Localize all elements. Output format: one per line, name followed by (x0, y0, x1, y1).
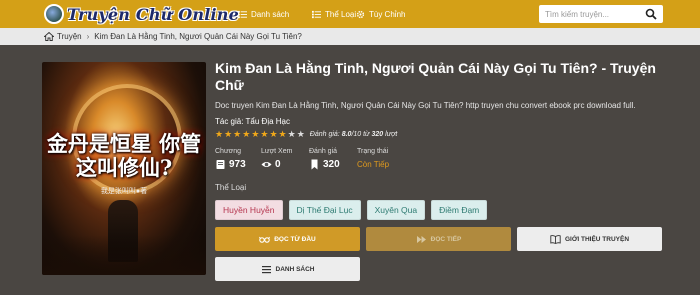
stat-chapters-label: Chương (215, 148, 242, 155)
chapter-list-label: DANH SÁCH (275, 265, 315, 273)
rating-unit: lượt (385, 130, 398, 138)
rating-out-of: /10 từ (351, 130, 370, 138)
star-icon[interactable]: ★ (279, 129, 287, 139)
star-icon[interactable]: ★ (215, 129, 223, 139)
star-icon[interactable]: ★ (224, 129, 232, 139)
nav-label: Thể Loại (325, 9, 357, 19)
stat-views-value: 0 (275, 159, 281, 170)
rating-row: ★ ★ ★ ★ ★ ★ ★ ★ ★ ★ Đánh giá: 8.0/10 từ 320 lượt (215, 129, 397, 139)
open-book-icon (550, 234, 561, 244)
rating-text: Đánh giá: 8.0/10 từ 320 lượt (310, 131, 397, 138)
stat-status-label: Trạng thái (357, 148, 389, 155)
breadcrumb-home[interactable]: Truyện (44, 32, 82, 41)
read-from-start-label: ĐỌC TỪ ĐẦU (274, 235, 316, 243)
cover-title-text: 金丹是恒星 你管这叫修仙? (46, 131, 202, 180)
search-icon[interactable] (645, 8, 657, 20)
list-icon (238, 10, 247, 18)
chapter-list-button[interactable]: DANH SÁCH (215, 257, 360, 281)
nav-danh-sach[interactable]: Danh sách (238, 0, 289, 28)
book-description: Doc truyen Kim Đan Là Hằng Tinh, Ngươi Q… (215, 101, 636, 110)
book-stats: Chương 973 Lượt Xem 0 Đánh giá 320 Trạng… (215, 148, 389, 170)
stat-ratings: Đánh giá 320 (309, 148, 357, 170)
nav-the-loai[interactable]: Thể Loại (312, 0, 356, 28)
fast-forward-icon (416, 235, 426, 243)
status-value: Còn Tiếp (357, 160, 390, 169)
breadcrumb-current[interactable]: Kim Đan Là Hằng Tinh, Ngươi Quản Cái Này… (94, 32, 302, 41)
continue-reading-label: ĐỌC TIẾP (430, 235, 462, 243)
cover-ground (42, 235, 206, 275)
logo-text: Truyện Chữ Online (67, 4, 239, 24)
star-icon[interactable]: ★ (251, 129, 259, 139)
stat-ratings-value-wrap: 320 (309, 159, 357, 170)
genre-label: Thể Loại (215, 183, 247, 192)
star-icon[interactable]: ★ (242, 129, 250, 139)
stat-views: Lượt Xem 0 (261, 148, 309, 170)
book-author[interactable]: Tác giả: Tẩu Địa Hạc (215, 117, 290, 126)
genre-list: Huyền Huyễn Dị Thế Đại Lục Xuyên Qua Điề… (215, 200, 488, 220)
rating-score: 8.0 (341, 130, 352, 138)
stat-chapters-value-wrap: 973 (215, 159, 261, 170)
rating-count: 320 (371, 130, 384, 138)
list-icon (312, 10, 321, 18)
star-icon[interactable]: ★ (288, 129, 296, 139)
book-icon (216, 160, 225, 169)
book-cover: 金丹是恒星 你管这叫修仙? 我是张叫叫●著 (42, 62, 206, 275)
book-intro-button[interactable]: GIỚI THIỆU TRUYỆN (517, 227, 662, 251)
stat-chapters-value: 973 (229, 159, 246, 170)
bookmark-icon (311, 159, 318, 170)
rating-stars[interactable]: ★ ★ ★ ★ ★ ★ ★ ★ ★ ★ (215, 129, 305, 139)
stat-ratings-label: Đánh giá (309, 148, 338, 155)
nav-tuy-chinh[interactable]: Tùy Chỉnh (356, 0, 405, 28)
stat-views-value-wrap: 0 (261, 159, 309, 170)
nav-label: Tùy Chỉnh (369, 9, 406, 19)
home-icon (44, 32, 54, 41)
continue-reading-button[interactable]: ĐỌC TIẾP (366, 227, 511, 251)
stat-views-label: Lượt Xem (261, 148, 293, 155)
menu-icon (261, 265, 271, 273)
star-icon[interactable]: ★ (269, 129, 277, 139)
genre-tag[interactable]: Điềm Đạm (431, 200, 488, 220)
logo-icon (44, 4, 64, 24)
breadcrumb-separator: › (86, 32, 90, 41)
genre-tag[interactable]: Huyền Huyễn (215, 200, 283, 220)
nav-label: Danh sách (251, 9, 290, 19)
genre-tag[interactable]: Xuyên Qua (366, 200, 426, 220)
read-from-start-button[interactable]: ĐỌC TỪ ĐẦU (215, 227, 360, 251)
stat-status: Trạng thái Còn Tiếp (357, 148, 389, 170)
breadcrumb-home-label: Truyện (57, 32, 82, 41)
star-icon[interactable]: ★ (260, 129, 268, 139)
search-box (539, 5, 663, 23)
eye-icon (261, 162, 272, 167)
top-navbar: Truyện Chữ Online Danh sách Thể Loại Tùy… (0, 0, 700, 28)
stat-ratings-value: 320 (323, 159, 340, 170)
star-icon[interactable]: ★ (233, 129, 241, 139)
rating-label: Đánh giá: (309, 130, 340, 138)
genre-tag[interactable]: Dị Thế Đại Lục (288, 200, 361, 220)
search-input[interactable] (539, 9, 639, 19)
site-logo[interactable]: Truyện Chữ Online (44, 3, 239, 25)
book-intro-label: GIỚI THIỆU TRUYỆN (564, 235, 630, 243)
star-icon[interactable]: ★ (297, 129, 305, 139)
breadcrumb: Truyện › Kim Đan Là Hằng Tinh, Ngươi Quả… (0, 28, 700, 45)
gear-icon (356, 10, 365, 18)
book-title: Kim Đan Là Hằng Tinh, Ngươi Quản Cái Này… (215, 60, 656, 93)
stat-chapters: Chương 973 (215, 148, 261, 170)
glasses-icon (259, 236, 271, 243)
cover-author-text: 我是张叫叫●著 (100, 188, 148, 195)
